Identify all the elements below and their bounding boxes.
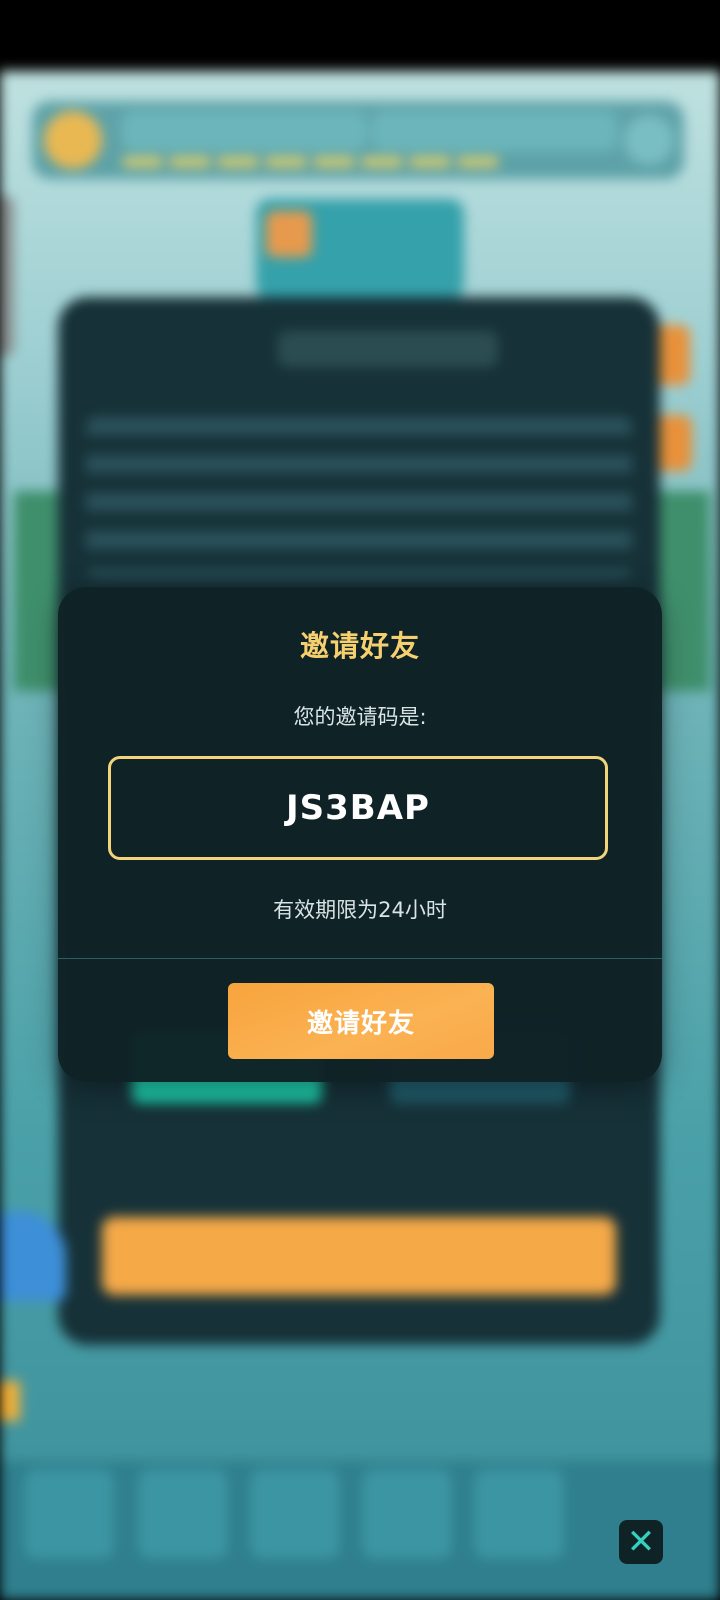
nav-heart-icon <box>474 1469 564 1559</box>
nav-gem-icon <box>362 1469 452 1559</box>
background-button <box>102 1217 616 1295</box>
nav-settings-icon <box>250 1469 340 1559</box>
background-panel <box>660 491 710 691</box>
expiry-text: 有效期限为24小时 <box>273 898 447 922</box>
nav-shop-icon <box>138 1469 228 1559</box>
bottom-nav <box>0 1461 720 1600</box>
parachute-icon <box>0 1211 66 1301</box>
status-bar <box>0 0 720 71</box>
quest-card <box>256 199 464 299</box>
invite-friends-button[interactable]: 邀请好友 <box>228 983 494 1059</box>
close-icon[interactable]: ✕ <box>619 1520 663 1564</box>
dialog-title: 邀请好友 <box>299 629 420 663</box>
quest-icon <box>266 211 312 257</box>
nav-home-icon <box>24 1469 114 1559</box>
background-panel <box>14 491 62 691</box>
settings-icon <box>624 115 674 165</box>
player-badge-icon <box>44 111 102 169</box>
invite-code-label: 您的邀请码是: <box>293 705 427 729</box>
divider <box>58 958 662 959</box>
resource-pill <box>122 111 367 151</box>
progress-bar <box>122 157 502 167</box>
background-dialog-text <box>86 417 632 577</box>
supply-box-icon <box>0 1381 20 1421</box>
side-pull-tab <box>0 196 14 356</box>
invite-dialog: 邀请好友 您的邀请码是: JS3BAP 有效期限为24小时 邀请好友 <box>58 587 662 1082</box>
resource-pill <box>372 111 617 151</box>
top-hud <box>32 101 684 179</box>
invite-code-value: JS3BAP <box>286 788 430 828</box>
background-dialog-title <box>278 331 498 367</box>
invite-code-box[interactable]: JS3BAP <box>108 756 608 860</box>
